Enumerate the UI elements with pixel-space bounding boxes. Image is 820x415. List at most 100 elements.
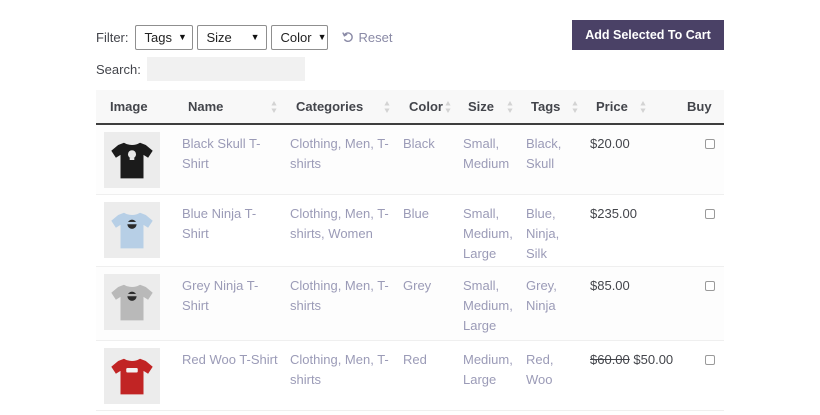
product-thumbnail[interactable]	[104, 132, 160, 188]
cell-line: Clothing, Men, T-	[290, 352, 389, 367]
cell-line: shirts	[290, 156, 322, 171]
cell-line: Ninja,	[526, 226, 560, 241]
chevron-down-icon: ▼	[177, 32, 187, 42]
cell-line: Clothing, Men, T-	[290, 136, 389, 151]
cell-line: Medium	[463, 156, 510, 171]
filter-label: Filter:	[96, 29, 129, 45]
product-tags: Blue, Ninja, Silk	[526, 204, 559, 264]
column-header-tags[interactable]: Tags	[531, 90, 560, 123]
product-price: $60.00 $50.00	[590, 350, 673, 370]
column-header-name[interactable]: Name	[188, 90, 223, 123]
column-header-categories[interactable]: Categories	[296, 90, 363, 123]
size-filter-select[interactable]: Size ▼	[196, 24, 267, 50]
buy-checkbox[interactable]	[705, 139, 715, 149]
product-thumbnail[interactable]	[104, 348, 160, 404]
cell-line: shirts	[290, 298, 322, 313]
sort-icon[interactable]	[384, 100, 390, 114]
product-name-link[interactable]: Grey Ninja T- Shirt	[182, 276, 258, 316]
product-color: Red	[403, 352, 427, 367]
table-row: Blue Ninja T- Shirt Clothing, Men, T-shirt…	[96, 195, 724, 267]
cell-line: Black,	[526, 136, 562, 151]
search-row: Search:	[96, 57, 305, 81]
product-name-link[interactable]: Blue Ninja T- Shirt	[182, 204, 256, 244]
cell-line: Ninja	[526, 298, 556, 313]
product-categories: Clothing, Men, T-shirts	[290, 276, 389, 316]
reset-label: Reset	[358, 29, 393, 45]
buy-checkbox[interactable]	[705, 281, 715, 291]
product-thumbnail[interactable]	[104, 274, 160, 330]
cell-line: Large	[463, 246, 497, 261]
product-name-link[interactable]: Red Woo T-Shirt	[182, 350, 278, 370]
cell-line: Medium,	[463, 226, 513, 241]
product-name-link[interactable]: Black Skull T- Shirt	[182, 134, 261, 174]
buy-checkbox[interactable]	[705, 355, 715, 365]
cell-line: shirts, Women	[290, 226, 373, 241]
search-input[interactable]	[146, 57, 305, 81]
column-header-image: Image	[110, 99, 148, 114]
tshirt-icon	[111, 142, 153, 179]
product-sizes: Small, Medium, Large	[463, 204, 513, 264]
tags-filter-label: Tags	[144, 29, 172, 45]
tshirt-icon	[111, 358, 153, 395]
cell-line: Small,	[463, 278, 500, 293]
product-sizes: Medium, Large	[463, 350, 513, 390]
buy-checkbox[interactable]	[705, 209, 715, 219]
product-tags: Red, Woo	[526, 350, 553, 390]
filter-bar: Filter: Tags ▼ Size ▼ Color ▼ Reset	[96, 24, 392, 50]
cell-line: Large	[463, 372, 497, 387]
cell-line: Large	[463, 318, 497, 333]
cell-line: Grey Ninja T-	[182, 278, 259, 293]
reset-button[interactable]: Reset	[341, 29, 393, 45]
product-tags: Grey, Ninja	[526, 276, 557, 316]
color-filter-select[interactable]: Color ▼	[270, 24, 328, 50]
product-price: $20.00	[590, 134, 630, 154]
cell-line: Red Woo T-Shirt	[182, 352, 278, 367]
cell-line: Clothing, Men, T-	[290, 206, 389, 221]
add-selected-to-cart-button[interactable]: Add Selected To Cart	[572, 20, 724, 50]
search-label: Search:	[96, 61, 141, 77]
cell-line: shirts	[290, 372, 322, 387]
product-tags: Black, Skull	[526, 134, 561, 174]
product-thumbnail[interactable]	[104, 202, 160, 258]
cell-line: Small,	[463, 206, 500, 221]
column-header-price[interactable]: Price	[596, 90, 628, 123]
cell-line: Silk	[526, 246, 547, 261]
cell-line: Shirt	[182, 226, 209, 241]
table-row: Grey Ninja T- Shirt Clothing, Men, T-shirt…	[96, 267, 724, 341]
old-price: $60.00	[590, 352, 630, 367]
cell-line: Red,	[526, 352, 554, 367]
cell-line: Medium,	[463, 352, 513, 367]
product-color: Grey	[403, 278, 432, 293]
product-color: Blue	[403, 206, 430, 221]
cell-line: Blue,	[526, 206, 556, 221]
chevron-down-icon: ▼	[250, 32, 260, 42]
cell-line: Blue Ninja T-	[182, 206, 257, 221]
chevron-down-icon: ▼	[317, 32, 327, 42]
tshirt-icon	[111, 284, 153, 321]
product-categories: Clothing, Men, T-shirts	[290, 134, 389, 174]
product-sizes: Small, Medium, Large	[463, 276, 513, 336]
column-header-size[interactable]: Size	[468, 90, 494, 123]
tags-filter-select[interactable]: Tags ▼	[134, 24, 193, 50]
cell-line: Small,	[463, 136, 500, 151]
sort-icon[interactable]	[640, 100, 646, 114]
cell-line: Medium,	[463, 298, 513, 313]
product-price: $85.00	[590, 276, 630, 296]
sort-icon[interactable]	[572, 100, 578, 114]
current-price: $85.00	[590, 278, 630, 293]
tshirt-icon	[111, 212, 153, 249]
cell-line: Shirt	[182, 298, 209, 313]
sort-icon[interactable]	[507, 100, 513, 114]
reset-icon	[341, 32, 353, 42]
table-row: Red Woo T-Shirt Clothing, Men, T-shirts Me…	[96, 341, 724, 411]
sort-icon[interactable]	[271, 100, 277, 114]
color-filter-label: Color	[280, 29, 312, 45]
current-price: $50.00	[633, 352, 674, 367]
sort-icon[interactable]	[445, 100, 451, 114]
product-categories: Clothing, Men, T-shirts	[290, 350, 389, 390]
table-body: Black Skull T- Shirt Clothing, Men, T-shir…	[96, 125, 724, 411]
column-header-color[interactable]: Color	[409, 90, 443, 123]
cell-line: Woo	[526, 372, 553, 387]
product-sizes: Small, Medium	[463, 134, 509, 174]
cell-line: Clothing, Men, T-	[290, 278, 389, 293]
